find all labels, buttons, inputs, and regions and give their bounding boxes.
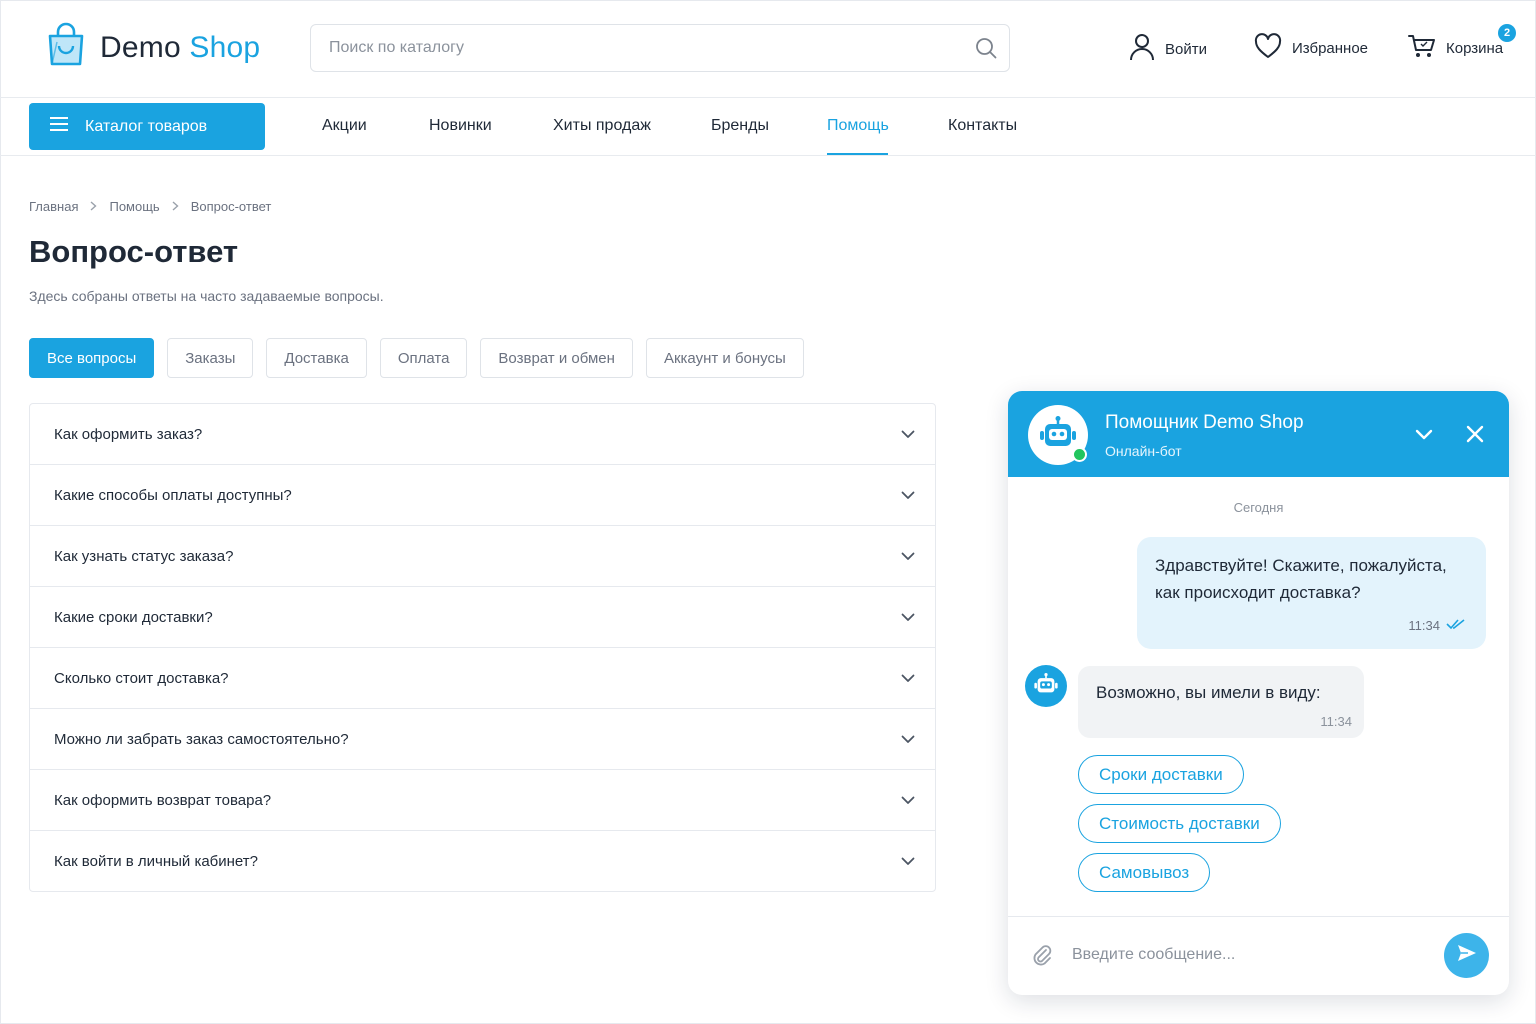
chevron-down-icon: [901, 731, 915, 748]
nav-link-help[interactable]: Помощь: [827, 117, 889, 135]
logo-text: Demo Shop: [100, 30, 261, 64]
user-icon: [1129, 33, 1155, 65]
faq-item[interactable]: Как оформить возврат товара?: [30, 770, 935, 831]
chat-day-separator: Сегодня: [1233, 500, 1284, 515]
chat-message-input[interactable]: [1072, 937, 1432, 973]
chat-composer: [1008, 916, 1509, 995]
heart-icon: [1254, 33, 1282, 63]
catalog-button[interactable]: Каталог товаров: [29, 103, 265, 150]
page-subtitle: Здесь собраны ответы на часто задаваемые…: [29, 288, 384, 304]
filter-payment[interactable]: Оплата: [379, 338, 468, 378]
bot-message-text: Возможно, вы имели в виду:: [1096, 683, 1321, 702]
login-label: Войти: [1165, 40, 1207, 58]
quick-reply-delivery-cost[interactable]: Стоимость доставки: [1078, 804, 1281, 843]
faq-item[interactable]: Какие сроки доставки?: [30, 587, 935, 648]
double-check-icon: [1446, 612, 1466, 639]
online-status-dot: [1072, 447, 1087, 462]
logo[interactable]: Demo Shop: [46, 22, 260, 73]
faq-question: Как узнать статус заказа?: [54, 547, 234, 565]
bot-message-time: 11:34: [1320, 714, 1352, 729]
cart-label: Корзина: [1446, 39, 1504, 57]
favorites-link[interactable]: Избранное: [1254, 33, 1368, 63]
filter-account[interactable]: Аккаунт и бонусы: [645, 338, 804, 378]
login-link[interactable]: Войти: [1129, 33, 1207, 65]
user-message-text: Здравствуйте! Скажите, пожалуйста, как п…: [1155, 556, 1447, 602]
faq-question: Как войти в личный кабинет?: [54, 852, 258, 870]
menu-icon: [49, 116, 69, 137]
search-box: [310, 24, 1010, 72]
faq-item[interactable]: Можно ли забрать заказ самостоятельно?: [30, 709, 935, 770]
nav-link-brands[interactable]: Бренды: [711, 117, 769, 135]
cart-count-badge: 2: [1498, 24, 1516, 42]
quick-reply-delivery-time[interactable]: Сроки доставки: [1078, 755, 1244, 794]
close-icon[interactable]: [1463, 422, 1487, 446]
filter-orders[interactable]: Заказы: [167, 338, 254, 378]
shopping-bag-icon: [46, 22, 86, 73]
favorites-label: Избранное: [1292, 39, 1369, 57]
faq-list: Как оформить заказ? Какие способы оплаты …: [29, 403, 936, 892]
faq-question: Какие сроки доставки?: [54, 608, 213, 626]
faq-item[interactable]: Как оформить заказ?: [30, 404, 935, 465]
user-message-time: 11:34: [1408, 618, 1440, 633]
filter-all[interactable]: Все вопросы: [29, 338, 155, 378]
faq-question: Как оформить заказ?: [54, 425, 203, 443]
user-message-meta: 11:34: [1408, 612, 1466, 639]
paperclip-icon[interactable]: [1030, 943, 1054, 967]
faq-question: Как оформить возврат товара?: [54, 791, 272, 809]
site-header: Demo Shop Войти Избранное Корзина 2: [0, 0, 1536, 98]
robot-icon: [1038, 415, 1078, 455]
chat-header: Помощник Demo Shop Онлайн-бот: [1008, 391, 1509, 477]
faq-filters: Все вопросы Заказы Доставка Оплата Возвр…: [29, 338, 804, 378]
cart-icon: [1408, 33, 1436, 63]
faq-question: Сколько стоит доставка?: [54, 669, 229, 687]
faq-item[interactable]: Какие способы оплаты доступны?: [30, 465, 935, 526]
chevron-down-icon: [901, 670, 915, 687]
chevron-down-icon: [901, 853, 915, 870]
chevron-down-icon: [901, 487, 915, 504]
chat-widget: Помощник Demo Shop Онлайн-бот Сегодня Зд…: [1008, 391, 1509, 995]
chat-status: Онлайн-бот: [1105, 443, 1182, 459]
bot-message: Возможно, вы имели в виду: 11:34: [1078, 666, 1364, 738]
filter-delivery[interactable]: Доставка: [266, 338, 367, 378]
faq-question: Можно ли забрать заказ самостоятельно?: [54, 730, 349, 748]
breadcrumb-current: Вопрос-ответ: [190, 199, 272, 214]
search-icon[interactable]: [975, 37, 997, 59]
chevron-down-icon[interactable]: [1412, 422, 1436, 446]
breadcrumb: Главная Помощь Вопрос-ответ: [29, 199, 271, 214]
faq-item[interactable]: Как войти в личный кабинет?: [30, 831, 935, 891]
breadcrumb-help[interactable]: Помощь: [109, 199, 159, 214]
send-icon: [1456, 943, 1478, 968]
page-title: Вопрос-ответ: [29, 234, 239, 269]
chevron-down-icon: [901, 548, 915, 565]
robot-icon: [1033, 672, 1059, 700]
faq-question: Какие способы оплаты доступны?: [54, 486, 292, 504]
nav-link-bestsellers[interactable]: Хиты продаж: [553, 117, 651, 135]
chevron-right-icon: [90, 199, 98, 214]
filter-returns[interactable]: Возврат и обмен: [480, 338, 633, 378]
user-message: Здравствуйте! Скажите, пожалуйста, как п…: [1137, 537, 1486, 649]
nav-link-promotions[interactable]: Акции: [322, 117, 367, 135]
chevron-down-icon: [901, 609, 915, 626]
nav-link-new[interactable]: Новинки: [429, 117, 492, 135]
quick-reply-pickup[interactable]: Самовывоз: [1078, 853, 1211, 892]
nav-link-contacts[interactable]: Контакты: [948, 117, 1017, 135]
chevron-right-icon: [172, 199, 179, 214]
bot-avatar-small: [1025, 665, 1067, 707]
catalog-label: Каталог товаров: [85, 117, 208, 135]
faq-item[interactable]: Как узнать статус заказа?: [30, 526, 935, 587]
chat-title: Помощник Demo Shop: [1105, 412, 1304, 433]
faq-item[interactable]: Сколько стоит доставка?: [30, 648, 935, 709]
chevron-down-icon: [901, 792, 915, 809]
send-button[interactable]: [1444, 933, 1489, 978]
active-nav-indicator: [827, 153, 888, 155]
breadcrumb-home[interactable]: Главная: [29, 199, 78, 214]
main-nav: Каталог товаров Акции Новинки Хиты прода…: [0, 98, 1536, 156]
cart-link[interactable]: Корзина: [1408, 33, 1503, 63]
search-input[interactable]: [311, 25, 911, 71]
chevron-down-icon: [901, 426, 915, 443]
